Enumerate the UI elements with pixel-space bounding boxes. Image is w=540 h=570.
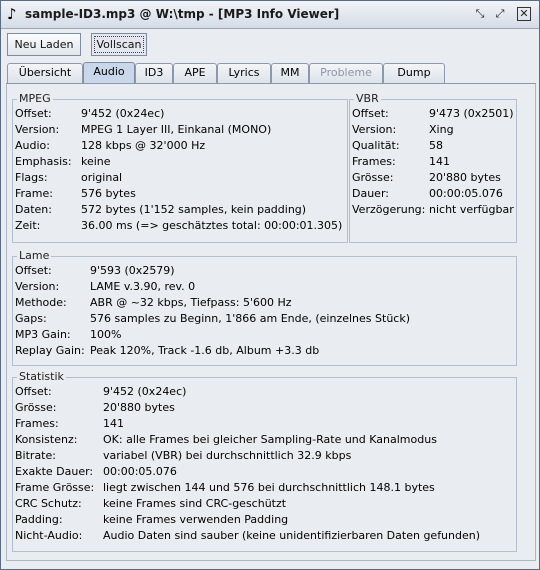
- statistik-value: keine Frames sind CRC-geschützt: [103, 497, 287, 510]
- vbr-value: 58: [429, 139, 443, 152]
- close-icon[interactable]: ✕: [517, 7, 531, 21]
- lame-label: Offset:: [15, 264, 52, 277]
- tab-lyrics[interactable]: Lyrics: [217, 63, 271, 83]
- vbr-group-title: VBR: [354, 92, 381, 105]
- music-note-icon: ♪: [7, 5, 17, 23]
- app-window: ♪ sample-ID3.mp3 @ W:\tmp - [MP3 Info Vi…: [0, 0, 540, 570]
- minimize-icon[interactable]: ⤡: [473, 7, 487, 21]
- lame-label: MP3 Gain:: [15, 328, 71, 341]
- mpeg-label: Emphasis:: [15, 155, 72, 168]
- statistik-value: variabel (VBR) bei durchschnittlich 32.9…: [103, 449, 352, 462]
- tab-mm[interactable]: MM: [271, 63, 309, 83]
- vbr-label: Qualität:: [352, 139, 400, 152]
- tab-bar: Übersicht Audio ID3 APE Lyrics MM Proble…: [6, 62, 536, 84]
- tab-ape[interactable]: APE: [173, 63, 217, 83]
- tab-uebersicht[interactable]: Übersicht: [7, 63, 83, 83]
- mpeg-value: 128 kbps @ 32'000 Hz: [81, 139, 206, 152]
- audio-panel: MPEG Offset: 9'452 (0x24ec) Version: MPEG …: [6, 84, 536, 561]
- vbr-value: 20'880 bytes: [429, 171, 501, 184]
- lame-value: ABR @ ~32 kbps, Tiefpass: 5'600 Hz: [90, 296, 292, 309]
- vbr-label: Verzögerung:: [352, 203, 426, 216]
- mpeg-value: 576 bytes: [81, 187, 136, 200]
- statistik-value: liegt zwischen 144 und 576 bei durchschn…: [103, 481, 435, 494]
- statistik-value: keine Frames verwenden Padding: [103, 513, 289, 526]
- mpeg-group-title: MPEG: [17, 92, 53, 105]
- lame-label: Replay Gain:: [15, 344, 85, 357]
- statistik-label: Frames:: [15, 417, 59, 430]
- statistik-label: Nicht-Audio:: [15, 529, 83, 542]
- reload-button[interactable]: Neu Laden: [7, 33, 81, 56]
- mpeg-value: MPEG 1 Layer III, Einkanal (MONO): [81, 123, 272, 136]
- statistik-label: Grösse:: [15, 401, 57, 414]
- vbr-label: Version:: [352, 123, 397, 136]
- statistik-label: Frame Grösse:: [15, 481, 95, 494]
- mpeg-label: Frame:: [15, 187, 53, 200]
- window-title: sample-ID3.mp3 @ W:\tmp - [MP3 Info View…: [25, 7, 340, 21]
- mpeg-label: Offset:: [15, 107, 52, 120]
- vbr-value: 00:00:05.076: [429, 187, 503, 200]
- mpeg-value: keine: [81, 155, 111, 168]
- mpeg-label: Daten:: [15, 203, 52, 216]
- mpeg-value: 572 bytes (1'152 samples, kein padding): [81, 203, 307, 216]
- tab-probleme: Probleme: [309, 63, 383, 83]
- lame-value: 100%: [90, 328, 122, 341]
- vbr-value: nicht verfügbar: [429, 203, 514, 216]
- mpeg-label: Version:: [15, 123, 60, 136]
- statistik-value: Audio Daten sind sauber (keine unidentif…: [103, 529, 481, 542]
- statistik-group: Statistik Offset: 9'452 (0x24ec) Grösse: 2…: [12, 370, 517, 552]
- tab-dump[interactable]: Dump: [383, 63, 445, 83]
- statistik-label: CRC Schutz:: [15, 497, 82, 510]
- vbr-value: Xing: [429, 123, 454, 136]
- lame-label: Methode:: [15, 296, 67, 309]
- tab-audio[interactable]: Audio: [83, 62, 135, 84]
- statistik-group-title: Statistik: [17, 370, 66, 383]
- lame-value: LAME v.3.90, rev. 0: [90, 280, 196, 293]
- vbr-value: 9'473 (0x2501): [429, 107, 514, 120]
- mpeg-group: MPEG Offset: 9'452 (0x24ec) Version: MPEG …: [12, 92, 348, 243]
- statistik-value: OK: alle Frames bei gleicher Sampling-Ra…: [103, 433, 437, 446]
- statistik-label: Exakte Dauer:: [15, 465, 94, 478]
- statistik-label: Padding:: [15, 513, 63, 526]
- title-bar[interactable]: ♪ sample-ID3.mp3 @ W:\tmp - [MP3 Info Vi…: [1, 1, 539, 29]
- mpeg-value: 9'452 (0x24ec): [81, 107, 165, 120]
- toolbar: Neu Laden Vollscan: [1, 29, 539, 61]
- fullscan-button[interactable]: Vollscan: [91, 33, 147, 56]
- lame-value: 576 samples zu Beginn, 1'866 am Ende, (e…: [90, 312, 411, 325]
- vbr-label: Offset:: [352, 107, 389, 120]
- lame-group-title: Lame: [17, 249, 52, 262]
- statistik-label: Offset:: [15, 385, 52, 398]
- mpeg-label: Flags:: [15, 171, 48, 184]
- tab-id3[interactable]: ID3: [135, 63, 173, 83]
- statistik-value: 20'880 bytes: [103, 401, 175, 414]
- vbr-value: 141: [429, 155, 450, 168]
- mpeg-label: Audio:: [15, 139, 50, 152]
- maximize-icon[interactable]: ⤢: [493, 7, 507, 21]
- lame-value: 9'593 (0x2579): [90, 264, 175, 277]
- statistik-label: Konsistenz:: [15, 433, 78, 446]
- statistik-label: Bitrate:: [15, 449, 56, 462]
- mpeg-value: 36.00 ms (=> geschätztes total: 00:00:01…: [81, 219, 343, 232]
- lame-label: Version:: [15, 280, 60, 293]
- statistik-value: 9'452 (0x24ec): [103, 385, 187, 398]
- statistik-value: 141: [103, 417, 124, 430]
- vbr-label: Dauer:: [352, 187, 389, 200]
- vbr-group: VBR Offset: 9'473 (0x2501) Version: Xing Q…: [349, 92, 517, 243]
- lame-group: Lame Offset: 9'593 (0x2579) Version: LAME …: [12, 249, 517, 366]
- mpeg-label: Zeit:: [15, 219, 41, 232]
- vbr-label: Frames:: [352, 155, 396, 168]
- lame-value: Peak 120%, Track -1.6 db, Album +3.3 db: [90, 344, 320, 357]
- mpeg-value: original: [81, 171, 123, 184]
- vbr-label: Grösse:: [352, 171, 394, 184]
- lame-label: Gaps:: [15, 312, 47, 325]
- statistik-value: 00:00:05.076: [103, 465, 177, 478]
